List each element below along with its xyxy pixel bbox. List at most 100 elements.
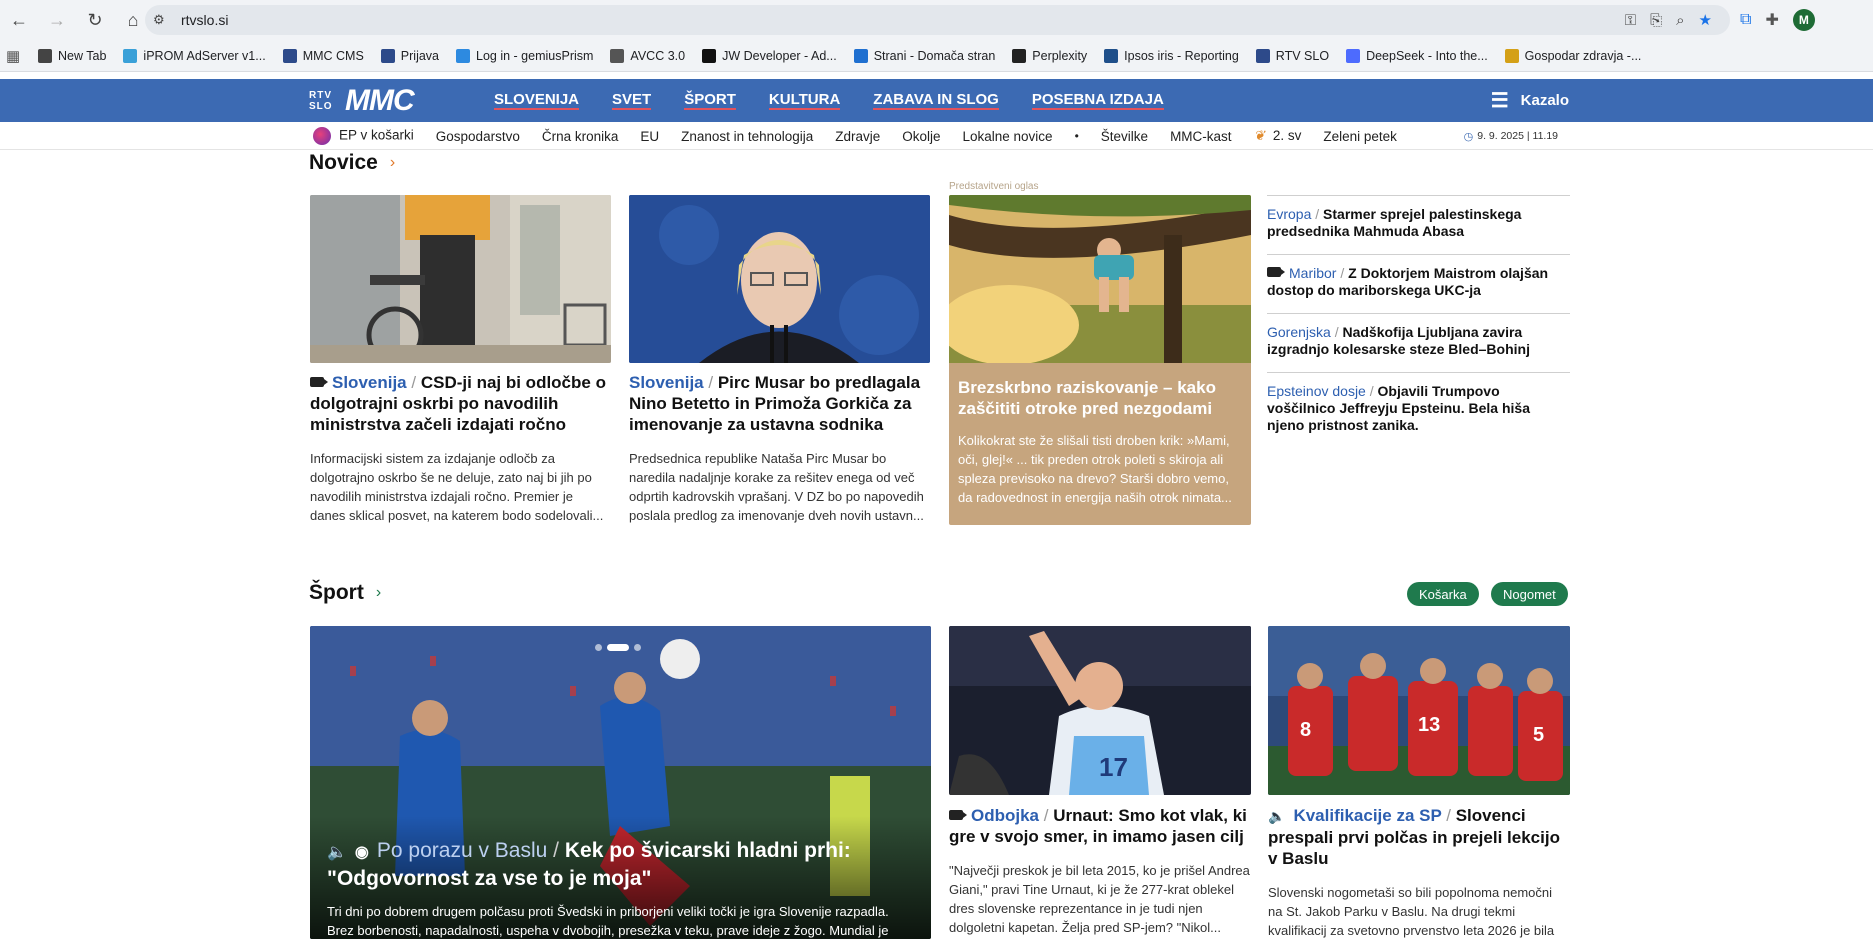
bookmark-item[interactable]: iPROM AdServer v1... bbox=[123, 48, 266, 63]
article-image-swiss-team[interactable]: 8 13 5 bbox=[1268, 626, 1570, 795]
section-title-sport[interactable]: Šport › bbox=[309, 581, 381, 605]
reload-icon[interactable]: ↻ bbox=[76, 0, 114, 40]
article-category[interactable]: Slovenija bbox=[332, 373, 407, 392]
carousel-dots[interactable] bbox=[595, 644, 641, 651]
sub-item-green[interactable]: Zeleni petek bbox=[1323, 129, 1397, 144]
video-icon bbox=[949, 810, 967, 820]
article-card[interactable]: Slovenija / Pirc Musar bo predlagala Nin… bbox=[629, 372, 931, 525]
site-info-icon[interactable]: ⚙ bbox=[153, 12, 175, 28]
sub-item[interactable]: Številke bbox=[1101, 129, 1148, 144]
side-news-item[interactable]: Epsteinov dosje / Objavili Trumpovo vošč… bbox=[1267, 372, 1570, 448]
bookmark-favicon-icon bbox=[610, 48, 625, 63]
bookmark-label: Ipsos iris - Reporting bbox=[1124, 48, 1239, 63]
sub-item-ep[interactable]: EP v košarki bbox=[313, 127, 414, 145]
sponsored-title[interactable]: Brezskrbno raziskovanje – kako zaščititi… bbox=[949, 377, 1251, 419]
address-bar[interactable]: ⚙ rtvslo.si ⚿ ⎘ ⌕ ★ bbox=[145, 5, 1730, 35]
menu-slovenija[interactable]: SLOVENIJA bbox=[494, 91, 580, 110]
menu-sport[interactable]: ŠPORT bbox=[684, 91, 736, 110]
bookmark-label: Log in - gemiusPrism bbox=[476, 48, 594, 63]
bookmark-item[interactable]: Ipsos iris - Reporting bbox=[1104, 48, 1239, 63]
pill-kosarka[interactable]: Košarka bbox=[1407, 582, 1479, 606]
chevron-right-icon: › bbox=[389, 154, 396, 171]
bookmark-item[interactable]: MMC CMS bbox=[282, 48, 364, 63]
sub-item-week[interactable]: ❦ 2. sv bbox=[1254, 128, 1302, 144]
article-category[interactable]: Odbojka bbox=[971, 806, 1039, 825]
article-card[interactable]: Odbojka / Urnaut: Smo kot vlak, ki gre v… bbox=[949, 805, 1251, 937]
forward-icon[interactable]: → bbox=[38, 0, 76, 40]
pill-nogomet[interactable]: Nogomet bbox=[1491, 582, 1568, 606]
sponsored-card[interactable]: Brezskrbno raziskovanje – kako zaščititi… bbox=[949, 195, 1251, 525]
sub-item[interactable]: Gospodarstvo bbox=[436, 129, 520, 144]
basketball-icon bbox=[313, 127, 331, 145]
carousel-dot[interactable] bbox=[595, 644, 602, 651]
bookmark-favicon-icon bbox=[1504, 48, 1519, 63]
menu-kultura[interactable]: KULTURA bbox=[768, 91, 841, 110]
bookmark-favicon-icon bbox=[1346, 48, 1361, 63]
back-icon[interactable]: ← bbox=[0, 0, 38, 40]
camera-icon: ◉ bbox=[354, 844, 369, 861]
sub-item[interactable]: Znanost in tehnologija bbox=[681, 129, 813, 144]
password-key-icon[interactable]: ⚿ bbox=[1625, 12, 1636, 29]
article-image-care[interactable] bbox=[310, 195, 611, 363]
article-category[interactable]: Kvalifikacije za SP bbox=[1293, 806, 1441, 825]
sponsored-image[interactable] bbox=[949, 195, 1251, 365]
bookmark-item[interactable]: Strani - Domača stran bbox=[853, 48, 995, 63]
bookmark-star-icon[interactable]: ★ bbox=[1699, 11, 1712, 29]
kazalo-button[interactable]: ☰ Kazalo bbox=[1491, 79, 1569, 122]
bookmark-item[interactable]: DeepSeek - Into the... bbox=[1346, 48, 1488, 63]
bookmark-item[interactable]: AVCC 3.0 bbox=[610, 48, 686, 63]
side-news-item[interactable]: Maribor / Z Doktorjem Maistrom olajšan d… bbox=[1267, 254, 1570, 313]
zoom-icon[interactable]: ⌕ bbox=[1676, 12, 1684, 29]
extension-icon[interactable]: ⧉ bbox=[1740, 11, 1751, 29]
profile-avatar[interactable]: M bbox=[1792, 9, 1815, 31]
article-lead: Slovenski nogometaši so bili popolnoma n… bbox=[1268, 885, 1555, 938]
side-news-item[interactable]: Gorenjska / Nadškofija Ljubljana zavira … bbox=[1267, 313, 1570, 372]
browser-toolbar: ← → ↻ ⌂ ⚙ rtvslo.si ⚿ ⎘ ⌕ ★ ⧉ ✚ M bbox=[0, 0, 1873, 40]
sub-item[interactable]: Črna kronika bbox=[542, 129, 619, 144]
datetime: ◷ 9. 9. 2025 | 11.19 bbox=[1464, 122, 1558, 150]
bookmark-label: New Tab bbox=[58, 48, 107, 63]
sub-item[interactable]: MMC-kast bbox=[1170, 129, 1232, 144]
article-card[interactable]: Slovenija / CSD-ji naj bi odločbe o dolg… bbox=[310, 372, 612, 525]
section-title-novice[interactable]: Novice › bbox=[309, 151, 395, 175]
site-logo[interactable]: RTV SLO MMC bbox=[309, 84, 415, 117]
bookmark-item[interactable]: New Tab bbox=[38, 48, 107, 63]
hero-article[interactable]: 🔈 ◉ Po porazu v Baslu / Kek po švicarski h… bbox=[310, 626, 931, 939]
bookmark-label: DeepSeek - Into the... bbox=[1366, 48, 1488, 63]
audio-icon: 🔈 bbox=[327, 844, 347, 861]
article-category[interactable]: Po porazu v Baslu bbox=[377, 839, 547, 862]
bookmark-label: AVCC 3.0 bbox=[630, 48, 686, 63]
article-category[interactable]: Slovenija bbox=[629, 373, 704, 392]
bookmark-item[interactable]: Perplexity bbox=[1012, 48, 1087, 63]
menu-svet[interactable]: SVET bbox=[612, 91, 652, 110]
bookmark-item[interactable]: Log in - gemiusPrism bbox=[456, 48, 594, 63]
bookmark-favicon-icon bbox=[456, 48, 471, 63]
bookmark-favicon-icon bbox=[38, 48, 52, 63]
extensions-puzzle-icon[interactable]: ✚ bbox=[1765, 10, 1778, 30]
bookmark-item[interactable]: Gospodar zdravja -... bbox=[1504, 48, 1642, 63]
bookmark-item[interactable]: JW Developer - Ad... bbox=[702, 48, 837, 63]
clock-icon: ◷ bbox=[1463, 130, 1474, 143]
sub-item[interactable]: Zdravje bbox=[835, 129, 880, 144]
article-lead: Informacijski sistem za izdajanje odločb… bbox=[310, 451, 604, 523]
carousel-dot[interactable] bbox=[634, 644, 641, 651]
sub-item[interactable]: Okolje bbox=[902, 129, 940, 144]
article-image-president[interactable] bbox=[629, 195, 930, 363]
apps-grid-icon[interactable]: ▦ bbox=[6, 47, 38, 65]
sub-item[interactable]: Lokalne novice bbox=[963, 129, 1053, 144]
bookmark-item[interactable]: RTV SLO bbox=[1255, 48, 1329, 63]
install-app-icon[interactable]: ⎘ bbox=[1650, 12, 1662, 29]
bookmark-label: iPROM AdServer v1... bbox=[143, 48, 266, 63]
bookmark-label: Gospodar zdravja -... bbox=[1524, 48, 1642, 63]
bookmark-favicon-icon bbox=[1255, 48, 1270, 63]
menu-posebna-izdaja[interactable]: POSEBNA IZDAJA bbox=[1031, 91, 1164, 110]
bookmark-label: Prijava bbox=[400, 48, 440, 63]
article-image-volleyball[interactable]: 17 bbox=[949, 626, 1251, 795]
bookmark-item[interactable]: Prijava bbox=[380, 48, 440, 63]
side-news-item[interactable]: Evropa / Starmer sprejel palestinskega p… bbox=[1267, 195, 1570, 254]
menu-zabava[interactable]: ZABAVA IN SLOG bbox=[873, 91, 999, 110]
leaf-icon: ❦ bbox=[1253, 128, 1265, 143]
sub-item[interactable]: EU bbox=[640, 129, 659, 144]
carousel-dot-active[interactable] bbox=[607, 644, 629, 651]
article-card[interactable]: 🔈 Kvalifikacije za SP / Slovenci prespali… bbox=[1268, 805, 1570, 940]
